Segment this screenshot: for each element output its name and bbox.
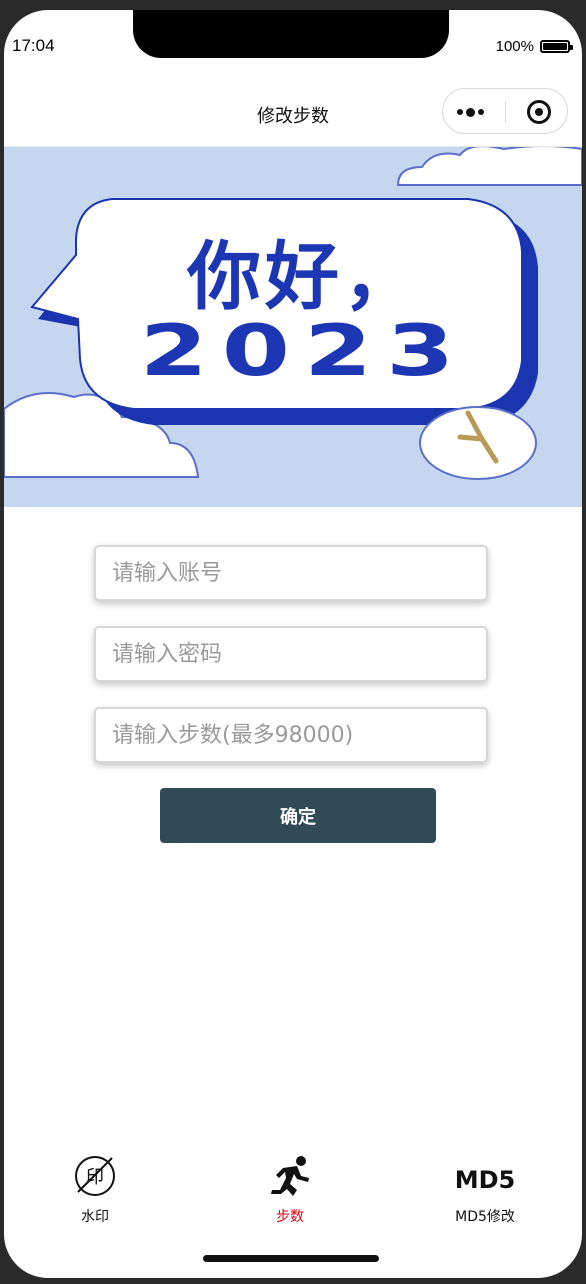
password-input[interactable]	[94, 626, 488, 682]
tab-label-watermark: 水印	[81, 1209, 109, 1225]
tab-watermark[interactable]: 印 水印	[15, 1154, 175, 1226]
account-input[interactable]	[94, 545, 488, 601]
camera-notch	[133, 10, 449, 58]
navigation-bar: 修改步数	[4, 80, 582, 147]
tab-steps[interactable]: 步数	[210, 1154, 370, 1226]
status-battery: 100%	[495, 38, 573, 55]
tab-bar: 印 水印 步数 MD5 MD5修改	[4, 1154, 582, 1244]
md5-icon: MD5	[455, 1166, 516, 1194]
confirm-button[interactable]: 确定	[160, 788, 436, 843]
steps-input[interactable]	[94, 707, 488, 763]
capsule-divider	[505, 101, 506, 123]
battery-percent: 100%	[495, 38, 534, 55]
mini-program-capsule	[442, 88, 568, 134]
tab-label-md5: MD5修改	[455, 1209, 515, 1225]
status-time: 17:04	[12, 36, 55, 55]
banner-greeting: 你好，	[186, 234, 421, 320]
running-man-icon	[271, 1156, 309, 1196]
watermark-off-icon: 印	[75, 1156, 115, 1196]
tab-md5[interactable]: MD5 MD5修改	[405, 1154, 565, 1226]
svg-text:印: 印	[86, 1167, 104, 1188]
banner-image: 你好， 2023	[4, 147, 582, 507]
clock-face	[419, 406, 537, 480]
screen: 17:04 100% 修改步数 你好， 2023 请输入账号 请输入步数(最多9…	[4, 10, 582, 1278]
battery-icon	[540, 40, 573, 53]
tab-label-steps: 步数	[276, 1209, 304, 1225]
banner-year: 2023	[140, 311, 469, 392]
close-miniprogram-icon[interactable]	[527, 100, 551, 124]
device-frame: 17:04 100% 修改步数 你好， 2023 请输入账号 请输入步数(最多9…	[0, 0, 586, 1284]
md5-icon-text: MD5	[455, 1166, 515, 1194]
cloud-top-right	[396, 147, 582, 186]
home-indicator[interactable]	[203, 1255, 379, 1262]
more-menu-icon[interactable]	[457, 103, 493, 121]
